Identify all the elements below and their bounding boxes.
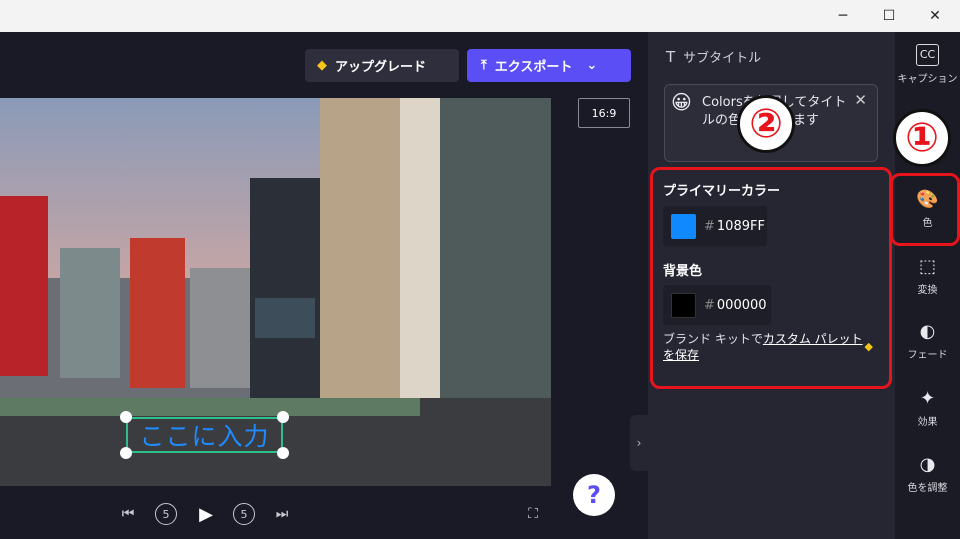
export-label: エクスポート [494,60,573,75]
play-button[interactable]: ▶ [195,503,217,525]
highlight-box-color-tab [890,173,960,246]
maximize-button[interactable]: ☐ [866,0,912,32]
upgrade-button[interactable]: ◆ アップグレード [305,49,459,82]
cc-icon: CC [915,44,940,66]
panel-title: T サブタイトル [666,47,762,67]
forward-5-button[interactable]: 5 [233,503,255,525]
rail-item-adjust-color[interactable]: ◑ 色を調整 [895,454,960,495]
upload-icon: ⤒ [481,58,487,73]
chevron-down-icon: ⌄ [586,58,598,73]
rail-effects-label: 効果 [917,417,938,428]
diamond-icon: ◆ [317,58,327,73]
chevron-right-icon: › [636,436,642,450]
rail-item-effects[interactable]: ✦ 効果 [895,388,960,429]
fade-icon: ◐ [919,321,936,342]
fullscreen-button[interactable]: ⛶ [522,503,544,525]
magic-wand-icon: ✦ [919,388,936,409]
rail-item-fade[interactable]: ◐ フェード [895,321,960,362]
rail-transform-label: 変換 [917,285,938,296]
help-button[interactable]: ? [573,474,615,516]
resize-handle-top-right[interactable] [277,411,289,423]
highlight-box-color-settings [650,167,892,389]
panel-toggle-button[interactable]: › [630,415,648,471]
export-button[interactable]: ⤒ エクスポート ⌄ [467,49,631,82]
resize-handle-bottom-left[interactable] [120,447,132,459]
upgrade-label: アップグレード [335,60,427,75]
emoji-icon: 😀 [671,90,692,114]
skip-to-end-button[interactable]: ⏭ [271,503,293,525]
rail-item-transform[interactable]: ⬚ 変換 [895,256,960,297]
annotation-badge-2: ② [737,95,795,153]
rail-item-captions[interactable]: CC キャプション [895,44,960,85]
resize-handle-top-left[interactable] [120,411,132,423]
resize-handle-bottom-right[interactable] [277,447,289,459]
window-titlebar: ─ ☐ ✕ [0,0,960,32]
annotation-badge-1: ① [893,109,951,167]
rail-adjust-label: 色を調整 [907,483,948,494]
skip-to-start-button[interactable]: ⏮ [117,503,139,525]
caption-text-box[interactable]: ここに入力 [126,417,283,453]
rail-fade-label: フェード [907,350,948,361]
panel-title-label: サブタイトル [683,51,762,66]
transform-icon: ⬚ [918,256,936,277]
contrast-icon: ◑ [919,454,936,475]
minimize-button[interactable]: ─ [820,0,866,32]
text-icon: T [666,47,676,66]
rail-captions-label: キャプション [897,74,958,85]
close-button[interactable]: ✕ [912,0,958,32]
aspect-ratio-button[interactable]: 16:9 [578,98,630,128]
rewind-5-button[interactable]: 5 [155,503,177,525]
close-icon[interactable]: ✕ [854,91,867,109]
